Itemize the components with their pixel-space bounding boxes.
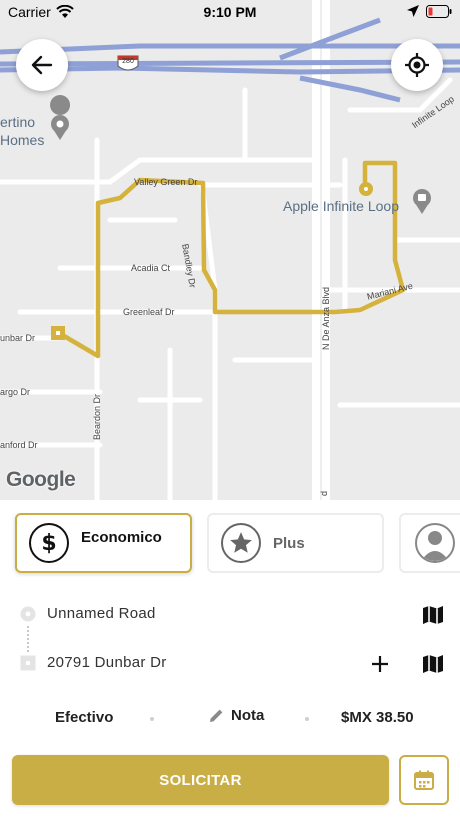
person-icon (415, 523, 455, 563)
map-icon (423, 655, 443, 673)
plus-icon (372, 656, 388, 672)
origin-marker-icon (20, 606, 36, 622)
vehicle-option-plus[interactable]: Plus (207, 513, 384, 573)
street-label-argo: argo Dr (0, 387, 31, 397)
poi-label-cupertino-2[interactable]: Homes (0, 132, 44, 148)
vehicle-option-3[interactable] (399, 513, 460, 573)
note-button[interactable]: Nota (208, 707, 264, 724)
crosshair-icon (405, 53, 429, 77)
destination-marker-icon (20, 655, 36, 671)
status-icons (406, 4, 452, 18)
street-label-dunbar: unbar Dr (0, 333, 36, 343)
map-icon (423, 606, 443, 624)
google-logo: Google (6, 468, 76, 491)
star-icon (221, 523, 261, 563)
separator-dot (305, 717, 309, 721)
destination-address[interactable]: 20791 Dunbar Dr (47, 654, 167, 671)
street-label-greenleaf: Greenleaf Dr (123, 307, 175, 317)
dollar-icon: $ (29, 523, 69, 563)
note-label: Nota (231, 707, 265, 724)
vehicle-label: Plus (273, 534, 305, 552)
separator-dot (150, 717, 154, 721)
trip-panel: $ Economico Plus Unnamed Road 20791 Dunb… (0, 500, 460, 818)
my-location-button[interactable] (391, 39, 443, 91)
street-label-valley-green: Valley Green Dr (134, 177, 198, 187)
street-label-acadia: Acadia Ct (131, 263, 171, 273)
payment-method[interactable]: Efectivo (55, 709, 113, 726)
add-stop-button[interactable] (367, 651, 393, 677)
calendar-icon (414, 770, 434, 790)
back-button[interactable] (16, 39, 68, 91)
origin-address[interactable]: Unnamed Road (47, 605, 156, 622)
map-view[interactable]: Valley Green Dr Acadia Ct Greenleaf Dr B… (0, 0, 460, 500)
highway-shield-label: 280 (122, 58, 134, 65)
status-bar: Carrier 9:10 PM (0, 0, 460, 24)
vehicle-label: Economico (81, 528, 162, 546)
vehicle-selector[interactable]: $ Economico Plus (0, 513, 460, 577)
apple-shop-pin-icon (413, 189, 431, 214)
map-canvas (0, 0, 460, 500)
pencil-icon (210, 709, 223, 722)
vehicle-option-economico[interactable]: $ Economico (15, 513, 192, 573)
wifi-icon (56, 5, 74, 18)
request-button[interactable]: SOLICITAR (12, 755, 389, 805)
origin-row[interactable]: Unnamed Road (0, 600, 460, 630)
arrow-left-icon (31, 55, 53, 75)
origin-map-button[interactable] (420, 602, 446, 628)
street-label-n-de-anza: N De Anza Blvd (321, 286, 331, 350)
trip-info-row: Efectivo Nota $MX 38.50 (0, 705, 460, 731)
destination-map-button[interactable] (420, 651, 446, 677)
street-label-anford: anford Dr (0, 440, 38, 450)
poi-label-cupertino-1[interactable]: ertino (0, 114, 35, 130)
poi-label-apple[interactable]: Apple Infinite Loop (283, 198, 399, 214)
street-label-beardon: Beardon Dr (92, 393, 102, 440)
trip-price: $MX 38.50 (341, 709, 414, 726)
street-label-de-anza-edge: d (319, 490, 329, 496)
schedule-button[interactable] (399, 755, 449, 805)
poi-pin-icon (50, 95, 71, 140)
location-arrow-icon (407, 5, 419, 17)
battery-low-icon (426, 4, 452, 18)
destination-row[interactable]: 20791 Dunbar Dr (0, 649, 460, 679)
